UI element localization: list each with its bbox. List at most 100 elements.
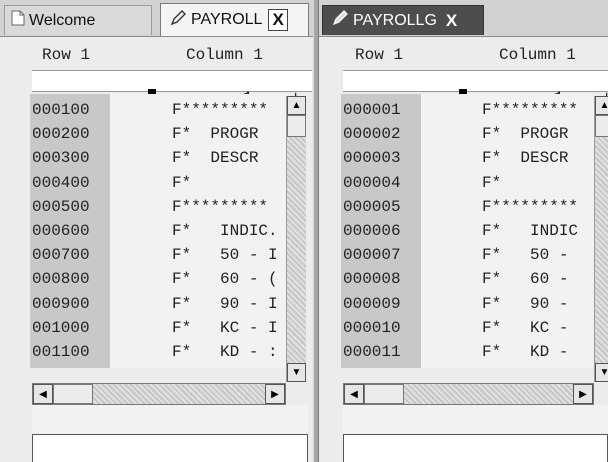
table-row[interactable]: 001100 — [32, 340, 90, 364]
table-row[interactable]: 000002 — [343, 122, 401, 146]
pencil-icon — [169, 9, 187, 32]
source-code-text[interactable]: F* PROGR — [172, 122, 258, 146]
ruler: .........1....+ — [343, 70, 608, 107]
scroll-thumb[interactable] — [287, 115, 306, 137]
table-row[interactable]: 000006 — [343, 219, 401, 243]
table-row[interactable]: 000500 — [32, 195, 90, 219]
column-indicator: Column 1 — [186, 46, 263, 64]
source-code-text[interactable]: F* KC - — [482, 316, 568, 340]
sequence-number: 000300 — [32, 149, 90, 168]
sequence-number: 000400 — [32, 173, 90, 192]
table-row[interactable]: 000010 — [343, 316, 401, 340]
source-code-text[interactable]: F* 60 - ( — [172, 267, 278, 291]
source-code-text[interactable]: F********* — [482, 195, 578, 219]
sequence-number: 000800 — [32, 270, 90, 289]
source-code-text[interactable]: F* INDIC. — [172, 219, 278, 243]
table-row[interactable]: 001000 — [32, 316, 90, 340]
ruler: .........1....+. — [32, 70, 312, 107]
horizontal-scrollbar[interactable]: ◀ ▶ — [343, 383, 594, 405]
horizontal-scrollbar[interactable]: ◀ ▶ — [32, 383, 286, 405]
source-code-text[interactable]: F* DESCR — [482, 146, 568, 170]
pencil-icon — [331, 9, 349, 32]
sequence-number: 000200 — [32, 125, 90, 144]
sequence-number: 000100 — [32, 101, 90, 119]
tab-label: Welcome — [29, 11, 96, 29]
source-code-text[interactable]: F* KD - : — [172, 340, 278, 364]
table-row[interactable]: 000100 — [32, 98, 90, 122]
source-code-text[interactable]: F* KD - — [482, 340, 568, 364]
sequence-number: 000005 — [343, 197, 401, 216]
source-code-text[interactable]: F********* — [172, 195, 268, 219]
column-indicator: Column 1 — [499, 46, 576, 64]
table-row[interactable]: 000001 — [343, 98, 401, 122]
table-row[interactable]: 000700 — [32, 243, 90, 267]
sequence-number: 000010 — [343, 318, 401, 337]
scroll-thumb[interactable] — [364, 384, 404, 404]
scroll-right-button[interactable]: ▶ — [265, 384, 285, 404]
source-code-text[interactable]: F* 90 - I — [172, 292, 278, 316]
sequence-number: 000900 — [32, 294, 90, 313]
close-icon[interactable]: X — [268, 9, 288, 31]
scroll-up-button[interactable]: ▲ — [595, 96, 608, 115]
source-code-text[interactable]: F* — [172, 171, 191, 195]
row-indicator: Row 1 — [355, 46, 404, 64]
sequence-number: 000003 — [343, 149, 401, 168]
table-row[interactable]: 000300 — [32, 146, 90, 170]
source-code-text[interactable]: F********* — [172, 98, 268, 122]
source-code-text[interactable]: F* DESCR — [172, 146, 258, 170]
tab-payrollg[interactable]: PAYROLLG X — [322, 5, 484, 35]
scroll-thumb[interactable] — [53, 384, 93, 404]
scroll-left-button[interactable]: ◀ — [344, 384, 364, 404]
scroll-thumb[interactable] — [595, 115, 608, 137]
tab-bar: PAYROLLG X — [319, 0, 608, 37]
sequence-number: 000004 — [343, 173, 401, 192]
command-line-input[interactable] — [343, 434, 608, 462]
source-code-text[interactable]: F* 60 - — [482, 267, 568, 291]
source-code-text[interactable]: F* KC - I — [172, 316, 278, 340]
tab-bar: Welcome PAYROLL X — [0, 0, 313, 37]
sequence-number: 000500 — [32, 197, 90, 216]
scroll-down-button[interactable]: ▼ — [287, 363, 306, 382]
scroll-down-button[interactable]: ▼ — [595, 363, 608, 382]
tab-payroll[interactable]: PAYROLL X — [160, 3, 309, 36]
table-row[interactable]: 000800 — [32, 267, 90, 291]
source-code-text[interactable]: F* PROGR — [482, 122, 568, 146]
scroll-up-button[interactable]: ▲ — [287, 96, 306, 115]
table-row[interactable]: 000004 — [343, 171, 401, 195]
vertical-scrollbar[interactable]: ▲ ▼ — [594, 96, 608, 382]
table-row[interactable]: 000005 — [343, 195, 401, 219]
source-code-text[interactable]: F* 50 - — [482, 243, 568, 267]
source-code-text[interactable]: F* 90 - — [482, 292, 568, 316]
sequence-number: 000009 — [343, 294, 401, 313]
table-row[interactable]: 000600 — [32, 219, 90, 243]
editor-pane-left: Welcome PAYROLL X Row 1 Column 1 .......… — [0, 0, 313, 462]
table-row[interactable]: 000200 — [32, 122, 90, 146]
sequence-number: 000600 — [32, 222, 90, 240]
table-row[interactable]: 000400 — [32, 171, 90, 195]
sequence-number: 001100 — [32, 343, 90, 361]
tab-welcome[interactable]: Welcome — [4, 5, 152, 35]
source-code-text[interactable]: F* — [482, 171, 501, 195]
tab-label: PAYROLL — [191, 11, 263, 28]
table-row[interactable]: 000003 — [343, 146, 401, 170]
sequence-number: 000700 — [32, 246, 90, 265]
source-code-text[interactable]: F********* — [482, 98, 578, 122]
table-row[interactable]: 000900 — [32, 292, 90, 316]
source-code-text[interactable]: F* 50 - I — [172, 243, 278, 267]
source-code-text[interactable]: F* INDIC — [482, 219, 578, 243]
scroll-left-button[interactable]: ◀ — [33, 384, 53, 404]
sequence-number: 000008 — [343, 270, 401, 289]
table-row[interactable]: 000011 — [343, 340, 401, 364]
command-line-input[interactable] — [32, 434, 308, 462]
sequence-number: 000007 — [343, 246, 401, 265]
close-icon[interactable]: X — [443, 11, 460, 31]
table-row[interactable]: 000008 — [343, 267, 401, 291]
row-indicator: Row 1 — [42, 46, 91, 64]
table-row[interactable]: 000009 — [343, 292, 401, 316]
sequence-number: 000006 — [343, 222, 401, 240]
sequence-number: 000011 — [343, 343, 401, 361]
sequence-number: 000002 — [343, 125, 401, 144]
scroll-right-button[interactable]: ▶ — [573, 384, 593, 404]
vertical-scrollbar[interactable]: ▲ ▼ — [286, 96, 306, 382]
table-row[interactable]: 000007 — [343, 243, 401, 267]
